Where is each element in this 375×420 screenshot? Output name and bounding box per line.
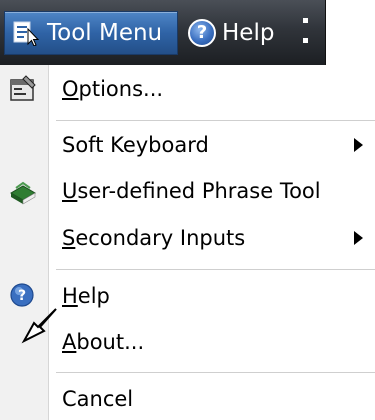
help-button[interactable]: ? Help	[188, 11, 274, 55]
options-properties-icon	[8, 74, 38, 104]
help-question-icon: ?	[188, 19, 216, 47]
menu-item-secondary-inputs[interactable]: Secondary Inputs	[0, 216, 375, 260]
help-label: Help	[222, 20, 275, 46]
tool-menu-dropdown: Options... Soft Keyboard User-defined Ph…	[0, 65, 375, 420]
menu-item-soft-keyboard-label: Soft Keyboard	[62, 133, 209, 157]
toolbar-options-grip-icon[interactable]	[303, 18, 309, 48]
menu-separator	[56, 269, 375, 270]
submenu-arrow-icon	[354, 138, 363, 152]
language-bar: Tool Menu ? Help	[0, 0, 375, 65]
menu-item-options-label: Options...	[62, 77, 164, 101]
menu-separator	[56, 120, 375, 121]
tool-menu-button[interactable]: Tool Menu	[4, 11, 178, 55]
menu-item-user-defined-phrase-tool[interactable]: User-defined Phrase Tool	[0, 169, 375, 213]
menu-item-soft-keyboard[interactable]: Soft Keyboard	[0, 123, 375, 167]
menu-item-cancel-label: Cancel	[62, 387, 134, 411]
menu-item-options[interactable]: Options...	[0, 67, 375, 111]
phrase-tool-book-icon	[8, 176, 38, 206]
submenu-arrow-icon	[354, 231, 363, 245]
menu-item-help-label: Help	[62, 284, 110, 308]
menu-item-about-label: About...	[62, 330, 145, 354]
menu-item-secondary-inputs-label: Secondary Inputs	[62, 226, 246, 250]
menu-item-user-defined-phrase-tool-label: User-defined Phrase Tool	[62, 179, 321, 203]
svg-text:?: ?	[18, 288, 26, 304]
keyboard-pointer-icon	[13, 20, 41, 47]
menu-item-cancel[interactable]: Cancel	[0, 377, 375, 420]
tool-menu-label: Tool Menu	[47, 20, 163, 46]
ime-toolbar-screen: Tool Menu ? Help Options... Soft Keyboar…	[0, 0, 375, 420]
menu-separator	[56, 372, 375, 373]
mouse-pointer-icon	[20, 305, 60, 345]
